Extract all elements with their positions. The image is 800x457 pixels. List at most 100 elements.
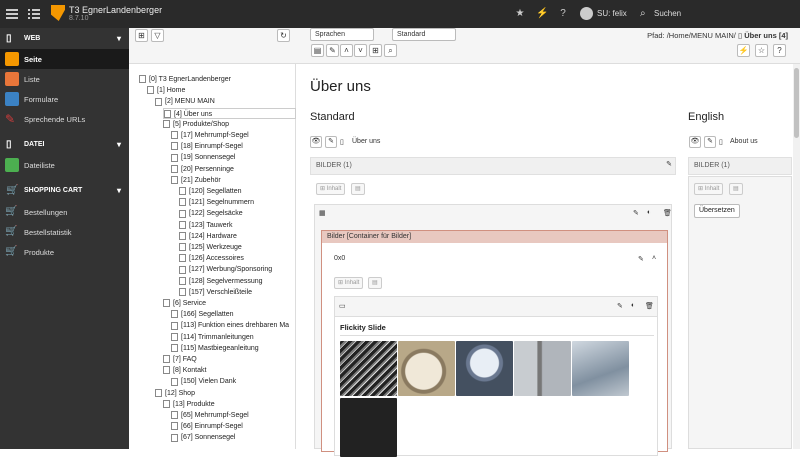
tree-node[interactable]: [127] Werbung/Sponsoring — [179, 264, 272, 275]
sidebar-item-formulare[interactable]: Formulare — [0, 89, 129, 109]
content-area: Sprachen Standard ▤ ✎ ˄ ˅ ⊞ ⌕ Pfad: /Hom… — [296, 28, 800, 457]
search-label[interactable]: Suchen — [654, 9, 681, 18]
edit-icon[interactable]: ✎ — [633, 209, 639, 217]
sidebar-item-bestellungen[interactable]: 🛒 Bestellungen — [0, 202, 129, 222]
tree-node[interactable]: [124] Hardware — [179, 231, 237, 242]
column-header-bilder-en: BILDER (1) — [688, 157, 792, 175]
tree-node[interactable]: [128] Segelvermessung — [179, 276, 263, 287]
tree-node[interactable]: [157] Verschleißteile — [179, 287, 252, 298]
refresh-icon[interactable]: ↻ — [277, 29, 290, 42]
paste-button[interactable]: ▤ — [729, 183, 743, 195]
tree-node[interactable]: [150] Vielen Dank — [171, 376, 236, 387]
tree-node[interactable]: [17] Mehrrumpf-Segel — [171, 130, 249, 141]
new-content-icon[interactable]: ⊞ — [369, 44, 382, 57]
add-content-button[interactable]: ⊞ Inhalt — [334, 277, 364, 289]
scrollbar[interactable] — [793, 64, 800, 449]
tree-node[interactable]: [8] Kontakt — [163, 365, 206, 376]
view-select[interactable]: Standard — [392, 28, 456, 41]
tree-node[interactable]: [19] Sonnensegel — [171, 152, 236, 163]
edit-page-icon[interactable]: ✎ — [326, 44, 339, 57]
edit-column-icon[interactable]: ✎ — [663, 160, 675, 172]
tree-node[interactable]: [126] Accessoires — [179, 253, 244, 264]
page-icon — [179, 243, 186, 252]
pagetree-toggle-icon[interactable] — [28, 8, 40, 20]
tree-node[interactable]: [2] MENU MAIN — [155, 96, 215, 107]
cart-icon: 🛒 — [6, 185, 19, 196]
edit-icon[interactable]: ✎ — [704, 136, 716, 148]
image-thumb-logo — [340, 398, 397, 457]
page-icon — [155, 97, 162, 106]
user-label[interactable]: SU: felix — [597, 9, 627, 18]
paste-button[interactable]: ▤ — [351, 183, 365, 195]
translate-button[interactable]: Übersetzen — [694, 204, 740, 218]
section-datei[interactable]: ▯ DATEI ▾ — [0, 135, 129, 155]
cart-icon: 🛒 — [5, 246, 18, 257]
tree-node[interactable]: [20] Persenninge — [171, 164, 234, 175]
chevron-down-icon[interactable]: ˅ — [354, 44, 367, 57]
tree-node[interactable]: [12] Shop — [155, 388, 195, 399]
sidebar-item-dateiliste[interactable]: Dateiliste — [0, 155, 129, 175]
language-select[interactable]: Sprachen — [310, 28, 374, 41]
tree-node[interactable]: [120] Segellatten — [179, 186, 242, 197]
page-icon — [171, 422, 178, 431]
tree-node[interactable]: [18] Einrumpf-Segel — [171, 141, 243, 152]
tree-node[interactable]: [1] Home — [147, 85, 185, 96]
sidebar-item-liste[interactable]: Liste — [0, 69, 129, 89]
tree-node[interactable]: [123] Tauwerk — [179, 220, 232, 231]
edit-icon[interactable]: ✎ — [638, 255, 644, 263]
chevron-up-icon[interactable]: ˄ — [652, 255, 656, 262]
tree-node[interactable]: [4] Über uns — [163, 107, 296, 119]
view-icon[interactable]: 👁 — [310, 136, 322, 148]
tree-node[interactable]: [6] Service — [163, 298, 206, 309]
avatar[interactable] — [580, 7, 593, 20]
sidebar-item-urls[interactable]: ✎ Sprechende URLs — [0, 109, 129, 129]
search-icon[interactable]: ⌕ — [640, 8, 646, 19]
section-web[interactable]: ▯ WEB ▾ — [0, 29, 129, 49]
scrollbar-thumb[interactable] — [794, 68, 799, 138]
sidebar-item-produkte[interactable]: 🛒 Produkte — [0, 242, 129, 262]
search-icon[interactable]: ⌕ — [384, 44, 397, 57]
tree-node[interactable]: [115] Mastbiegeanleitung — [171, 343, 259, 354]
flash-icon[interactable]: ⚡ — [737, 44, 750, 57]
bookmark-icon[interactable]: ☆ — [755, 44, 768, 57]
tree-node[interactable]: [113] Funktion eines drehbaren Ma — [171, 320, 289, 331]
add-content-button[interactable]: ⊞ Inhalt — [694, 183, 724, 195]
edit-icon[interactable]: ✎ — [617, 302, 623, 310]
module-menu-icon[interactable] — [6, 8, 18, 20]
toggle-icon[interactable]: ◐ — [647, 209, 651, 216]
new-page-icon[interactable]: ⊞ — [135, 29, 148, 42]
tree-node[interactable]: [67] Sonnensegel — [171, 432, 236, 443]
toggle-icon[interactable]: ◐ — [631, 302, 635, 309]
delete-icon[interactable]: 🗑 — [663, 209, 672, 217]
tree-node[interactable]: [122] Segelsäcke — [179, 208, 243, 219]
tree-node[interactable]: [65] Mehrrumpf-Segel — [171, 410, 249, 421]
page-properties-icon[interactable]: ▤ — [311, 44, 324, 57]
page-icon: ▯ — [738, 31, 743, 40]
typo3-logo[interactable] — [51, 5, 65, 21]
help-icon[interactable]: ? — [557, 8, 569, 20]
help-icon[interactable]: ? — [773, 44, 786, 57]
chevron-up-icon[interactable]: ˄ — [340, 44, 353, 57]
tree-node[interactable]: [13] Produkte — [163, 399, 215, 410]
sidebar-item-seite[interactable]: Seite — [0, 49, 129, 69]
tree-node[interactable]: [125] Werkzeuge — [179, 242, 242, 253]
flash-cache-icon[interactable]: ⚡ — [536, 8, 548, 20]
paste-button[interactable]: ▤ — [368, 277, 382, 289]
tree-node[interactable]: [66] Einrumpf-Segel — [171, 421, 243, 432]
tree-node[interactable]: [7] FAQ — [163, 354, 197, 365]
tree-node-label: [150] Vielen Dank — [181, 378, 237, 386]
delete-icon[interactable]: 🗑 — [645, 302, 654, 310]
section-shopping-cart[interactable]: 🛒 SHOPPING CART ▾ — [0, 181, 129, 201]
tree-node[interactable]: [5] Produkte/Shop — [163, 119, 229, 130]
tree-node[interactable]: [114] Trimmanleitungen — [171, 332, 254, 343]
add-content-button[interactable]: ⊞ Inhalt — [316, 183, 346, 195]
filter-icon[interactable]: ▽ — [151, 29, 164, 42]
sidebar-item-bestellstatistik[interactable]: 🛒 Bestellstatistik — [0, 222, 129, 242]
tree-node[interactable]: [121] Segelnummern — [179, 197, 254, 208]
edit-icon[interactable]: ✎ — [325, 136, 337, 148]
bookmark-star-icon[interactable]: ★ — [514, 8, 526, 20]
tree-node[interactable]: [166] Segellatten — [171, 309, 234, 320]
view-icon[interactable]: 👁 — [689, 136, 701, 148]
tree-node[interactable]: [0] T3 EgnerLandenberger — [139, 74, 231, 85]
tree-node[interactable]: [21] Zubehör — [171, 175, 221, 186]
